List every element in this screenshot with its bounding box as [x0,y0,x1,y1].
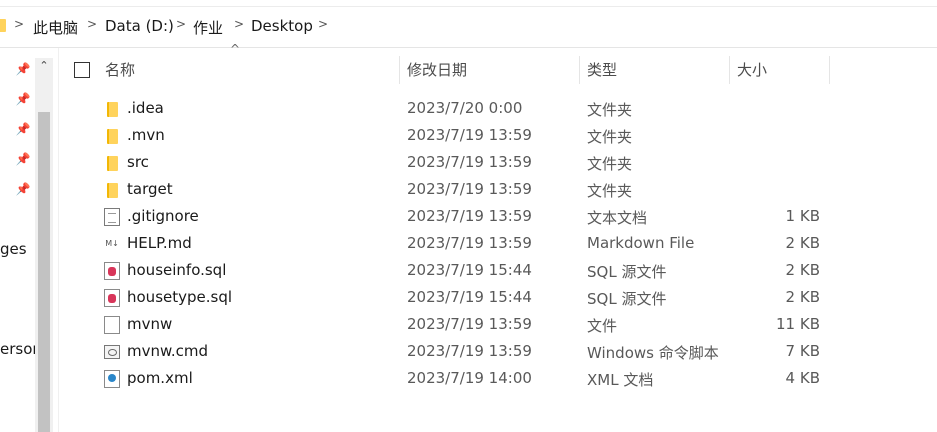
file-date: 2023/7/19 13:59 [407,207,532,225]
window-top-edge [0,0,937,7]
column-divider[interactable] [579,56,580,84]
file-name: houseinfo.sql [127,261,227,279]
file-row[interactable]: houseinfo.sql 2023/7/19 15:44 SQL 源文件 2 … [64,258,937,285]
file-date: 2023/7/20 0:00 [407,99,523,117]
column-header-date[interactable]: 修改日期 [407,50,467,90]
file-name: src [127,153,149,171]
sql-file-icon [104,262,120,280]
chevron-right-icon[interactable]: > [234,17,244,31]
column-header-name[interactable]: 名称 [105,50,135,90]
file-type: 文件 [587,317,618,335]
sql-file-icon [104,289,120,307]
file-date: 2023/7/19 15:44 [407,261,532,279]
pin-icon[interactable]: 📌 [15,92,31,108]
file-name: HELP.md [127,234,192,252]
file-size: 11 KB [776,315,820,333]
folder-icon [107,102,118,117]
file-size: 4 KB [785,369,820,387]
markdown-file-icon: M↓ [104,235,120,253]
breadcrumb[interactable]: > 此电脑 > Data (D:) > 作业 > Desktop > [0,7,937,48]
file-row[interactable]: pom.xml 2023/7/19 14:00 XML 文档 4 KB [64,366,937,393]
folder-icon [0,19,6,32]
generic-file-icon [104,316,120,334]
file-name: .idea [127,99,164,117]
file-date: 2023/7/19 13:59 [407,180,532,198]
file-name: .mvn [127,126,165,144]
file-row[interactable]: mvnw.cmd 2023/7/19 13:59 Windows 命令脚本 7 … [64,339,937,366]
pin-icon[interactable]: 📌 [15,62,31,78]
file-date: 2023/7/19 13:59 [407,342,532,360]
command-script-icon [104,345,120,359]
scroll-up-icon[interactable]: ⌃ [35,58,53,74]
file-size: 2 KB [785,234,820,252]
column-divider[interactable] [729,56,730,84]
column-header-type[interactable]: 类型 [587,50,617,90]
file-size: 1 KB [785,207,820,225]
file-row[interactable]: target 2023/7/19 13:59 文件夹 [64,177,937,204]
chevron-right-icon[interactable]: > [14,17,24,31]
nav-item-label[interactable]: ersor [0,340,39,358]
sort-ascending-icon: ^ [230,42,241,56]
nav-item-label[interactable]: ges [0,240,27,258]
file-size: 7 KB [785,342,820,360]
breadcrumb-item-this-pc[interactable]: 此电脑 [33,17,78,38]
file-date: 2023/7/19 13:59 [407,126,532,144]
folder-icon [107,129,118,144]
file-name: mvnw [127,315,173,333]
file-name: mvnw.cmd [127,342,209,360]
breadcrumb-item-data-drive[interactable]: Data (D:) [105,17,174,35]
column-header-size[interactable]: 大小 [737,50,767,90]
chevron-right-icon[interactable]: > [318,17,328,31]
file-name: housetype.sql [127,288,233,306]
select-all-checkbox[interactable] [74,62,90,78]
xml-document-icon [104,370,120,388]
file-type: Markdown File [587,234,695,252]
file-name: pom.xml [127,369,193,387]
file-type: XML 文档 [587,371,654,389]
file-row[interactable]: M↓ HELP.md 2023/7/19 13:59 Markdown File… [64,231,937,258]
file-type: 文件夹 [587,155,633,173]
file-size: 2 KB [785,261,820,279]
file-name: target [127,180,173,198]
breadcrumb-item-homework[interactable]: 作业 [193,17,223,38]
column-divider[interactable] [399,56,400,84]
column-header-row: ^ 名称 修改日期 类型 大小 [64,42,937,92]
file-type: 文本文档 [587,209,648,227]
nav-scrollbar-thumb[interactable] [38,112,50,432]
pin-icon[interactable]: 📌 [15,182,31,198]
column-divider[interactable] [829,56,830,84]
text-document-icon [104,208,120,226]
file-date: 2023/7/19 13:59 [407,315,532,333]
file-date: 2023/7/19 15:44 [407,288,532,306]
file-row[interactable]: .mvn 2023/7/19 13:59 文件夹 [64,123,937,150]
file-row[interactable]: housetype.sql 2023/7/19 15:44 SQL 源文件 2 … [64,285,937,312]
file-size: 2 KB [785,288,820,306]
file-type: Windows 命令脚本 [587,344,719,362]
chevron-right-icon[interactable]: > [87,17,97,31]
pin-icon[interactable]: 📌 [15,152,31,168]
file-date: 2023/7/19 13:59 [407,153,532,171]
file-type: 文件夹 [587,101,633,119]
file-date: 2023/7/19 13:59 [407,234,532,252]
file-type: 文件夹 [587,128,633,146]
chevron-right-icon[interactable]: > [176,17,186,31]
folder-icon [107,183,118,198]
breadcrumb-item-desktop[interactable]: Desktop [251,17,313,35]
file-row[interactable]: src 2023/7/19 13:59 文件夹 [64,150,937,177]
file-name: .gitignore [127,207,199,225]
file-row[interactable]: .idea 2023/7/20 0:00 文件夹 [64,96,937,123]
file-type: 文件夹 [587,182,633,200]
file-type: SQL 源文件 [587,290,667,308]
pin-icon[interactable]: 📌 [15,122,31,138]
file-row[interactable]: mvnw 2023/7/19 13:59 文件 11 KB [64,312,937,339]
file-date: 2023/7/19 14:00 [407,369,532,387]
folder-icon [107,156,118,171]
file-type: SQL 源文件 [587,263,667,281]
file-row[interactable]: .gitignore 2023/7/19 13:59 文本文档 1 KB [64,204,937,231]
